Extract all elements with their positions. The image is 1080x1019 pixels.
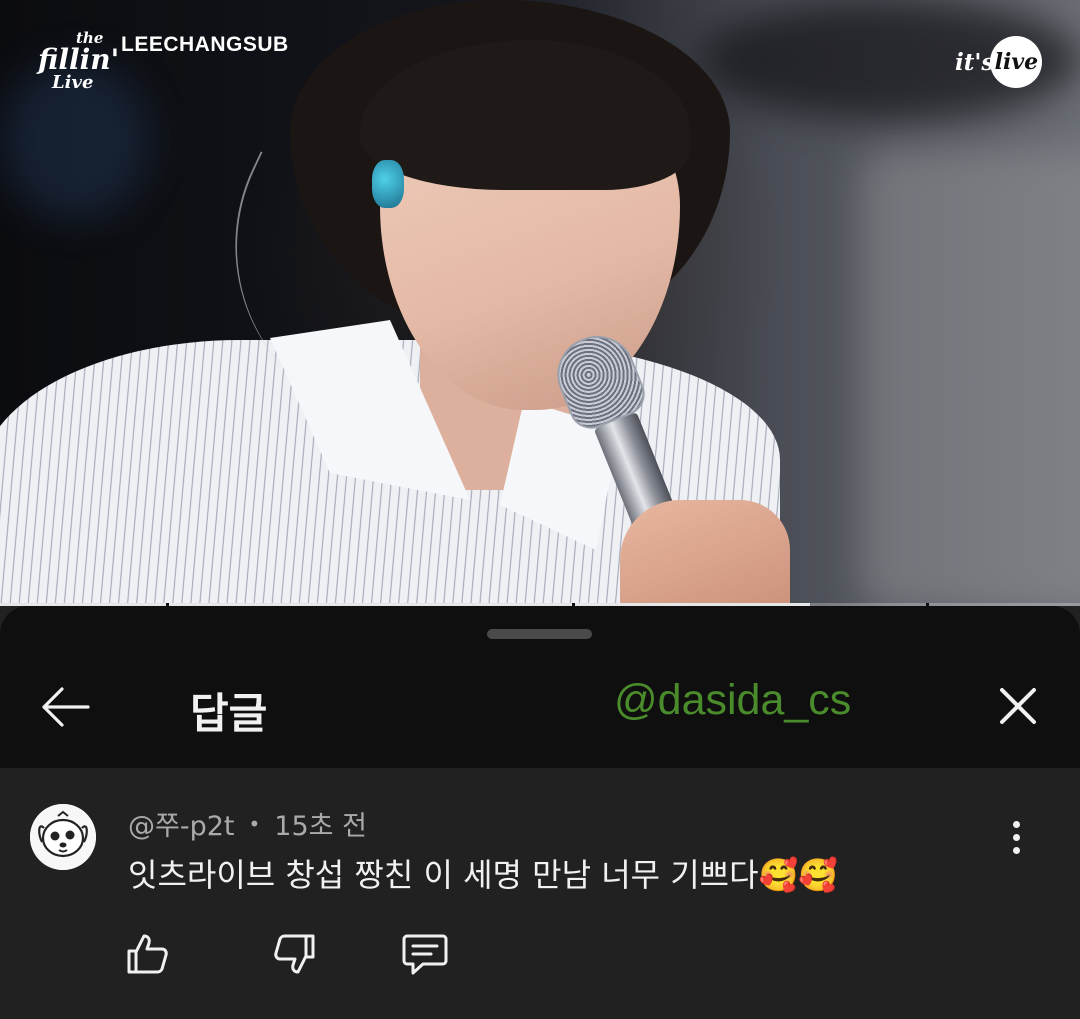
- more-vertical-icon: [1012, 833, 1020, 841]
- its-live-logo: it's live: [955, 36, 1043, 88]
- reply-text: 잇츠라이브 창섭 짱친 이 세명 만남 너무 기쁘다🥰🥰: [128, 856, 839, 894]
- more-vertical-icon: [1012, 820, 1020, 828]
- back-button[interactable]: [36, 678, 94, 736]
- reply-meta: @쭈-p2t • 15초 전: [128, 804, 367, 843]
- reply-item: @쭈-p2t • 15초 전 잇츠라이브 창섭 짱친 이 세명 만남 너무 기쁘…: [0, 768, 1080, 1019]
- in-ear-monitor: [372, 160, 404, 208]
- logo-text-its: it's: [955, 48, 995, 76]
- fillin-live-logo: the fillin' Live: [38, 30, 119, 92]
- thumbs-up-icon: [127, 934, 168, 974]
- close-button[interactable]: [990, 678, 1046, 734]
- close-icon: [1000, 688, 1036, 724]
- more-options-button[interactable]: [996, 812, 1036, 862]
- arrow-left-icon: [42, 687, 90, 727]
- thumbs-down-icon: [274, 934, 315, 974]
- dislike-button[interactable]: [266, 926, 322, 982]
- channel-name: LEECHANGSUB: [121, 33, 289, 56]
- avatar[interactable]: [30, 804, 96, 870]
- logo-text-fillin: fillin': [38, 43, 120, 76]
- sheet-title: 답글: [190, 689, 268, 738]
- reply-button[interactable]: [397, 926, 453, 982]
- logo-text-live: Live: [52, 72, 94, 93]
- sheet-header: 답글 @dasida_cs: [0, 606, 1080, 768]
- video-player[interactable]: the fillin' Live LEECHANGSUB it's live: [0, 0, 1080, 606]
- logo-text-live-circle: live: [990, 36, 1043, 88]
- dog-avatar-icon: [30, 804, 96, 870]
- reply-icon: [402, 934, 448, 975]
- meta-separator: •: [248, 811, 261, 836]
- singer-hand: [620, 500, 790, 606]
- background-wall: [860, 150, 1080, 606]
- reply-timestamp[interactable]: 15초 전: [274, 804, 367, 843]
- like-button[interactable]: [120, 926, 176, 982]
- drag-handle[interactable]: [487, 629, 592, 639]
- more-vertical-icon: [1012, 846, 1020, 854]
- replies-sheet: 답글 @dasida_cs @쭈-p2t • 15초 전 잇츠라이브 창섭 짱친…: [0, 606, 1080, 1019]
- reply-author[interactable]: @쭈-p2t: [128, 804, 235, 843]
- watermark-text: @dasida_cs: [614, 676, 852, 724]
